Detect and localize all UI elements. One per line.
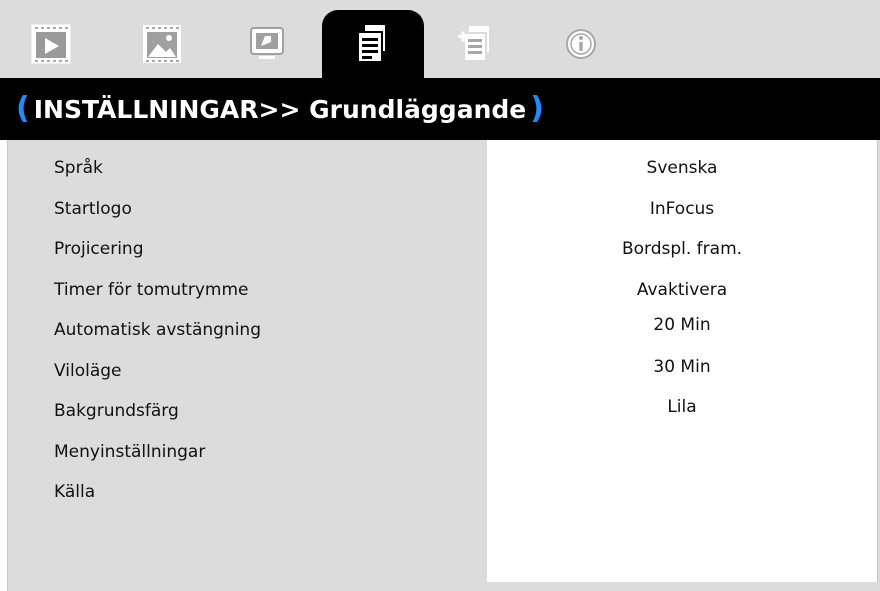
settings-advanced-tab[interactable] <box>446 14 504 74</box>
menu-item-blank-timer[interactable]: Timer för tomutrymme <box>54 280 248 300</box>
left-edge <box>0 140 8 591</box>
picture-icon <box>140 22 184 66</box>
document-gear-icon <box>353 21 393 67</box>
menu-title-bar: ( INSTÄLLNINGAR>> Grundläggande ) <box>0 78 880 140</box>
menu-item-menu-settings[interactable]: Menyinställningar <box>54 442 205 462</box>
page-title: INSTÄLLNINGAR>> Grundläggande <box>33 94 527 124</box>
osd-menu: ( INSTÄLLNINGAR>> Grundläggande ) Språk … <box>0 0 880 591</box>
menu-value-background-color[interactable]: Lila <box>487 397 877 417</box>
info-tab[interactable] <box>552 14 610 74</box>
menu-value-blank-timer[interactable]: Avaktivera <box>487 280 877 300</box>
screen-arrow-icon <box>245 22 289 66</box>
menu-value-sleep-mode[interactable]: 30 Min <box>487 357 877 377</box>
menu-item-language[interactable]: Språk <box>54 158 103 178</box>
info-icon <box>561 24 601 64</box>
display-tab[interactable] <box>133 14 191 74</box>
menu-value-projection[interactable]: Bordspl. fram. <box>487 239 877 259</box>
title-open-paren: ( <box>16 91 30 126</box>
bottom-strip <box>487 582 880 591</box>
play-screen-icon <box>29 22 73 66</box>
menu-tab-bar <box>0 0 880 78</box>
menu-item-source[interactable]: Källa <box>54 482 95 502</box>
title-close-paren: ) <box>530 91 544 126</box>
menu-value-auto-power-off[interactable]: 20 Min <box>487 315 877 335</box>
menu-item-projection[interactable]: Projicering <box>54 239 144 259</box>
image-tab[interactable] <box>22 14 80 74</box>
menu-value-startup-logo[interactable]: InFocus <box>487 199 877 219</box>
menu-item-auto-power-off[interactable]: Automatisk avstängning <box>54 320 261 340</box>
menu-value-language[interactable]: Svenska <box>487 158 877 178</box>
settings-basic-tab[interactable] <box>322 10 424 78</box>
menu-item-background-color[interactable]: Bakgrundsfärg <box>54 401 179 421</box>
menu-item-startup-logo[interactable]: Startlogo <box>54 199 132 219</box>
menu-item-sleep-mode[interactable]: Viloläge <box>54 361 122 381</box>
3d-tab[interactable] <box>238 14 296 74</box>
document-plus-icon <box>455 21 495 67</box>
